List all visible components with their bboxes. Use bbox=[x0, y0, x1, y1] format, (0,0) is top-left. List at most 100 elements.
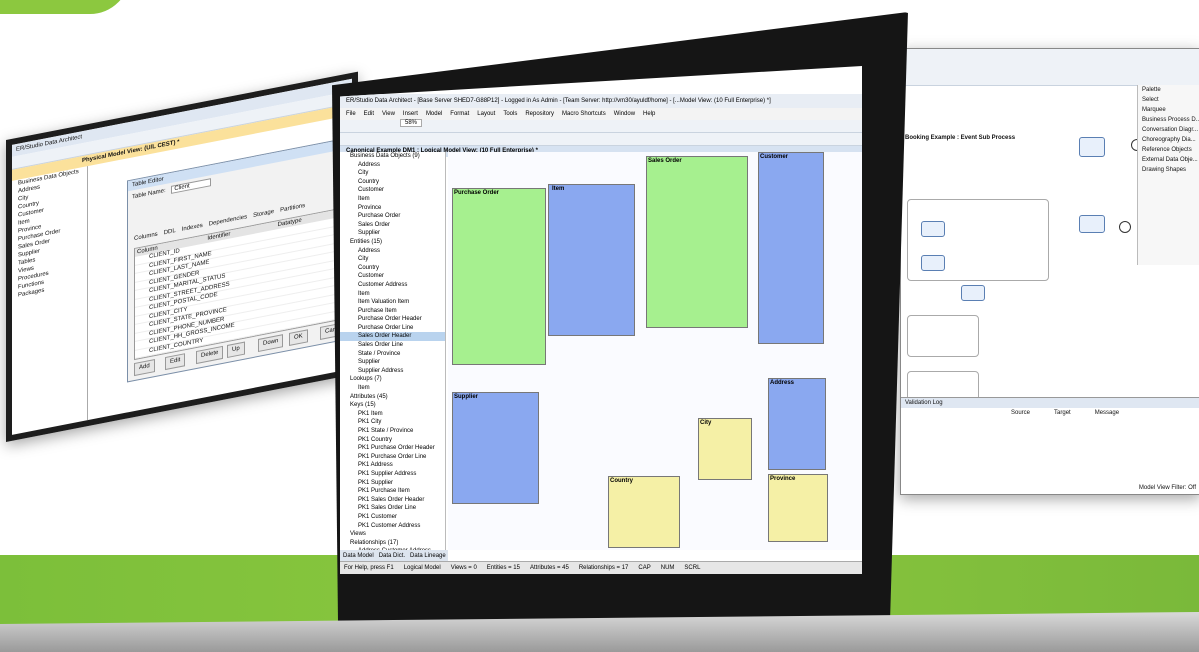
bottom-tab[interactable]: Data Lineage bbox=[410, 553, 446, 559]
menu-item[interactable]: Format bbox=[450, 111, 469, 117]
tree-item[interactable]: Entities (15) bbox=[340, 238, 445, 247]
tree-item[interactable]: PK1 Supplier bbox=[340, 479, 445, 488]
diagram-canvas[interactable]: Purchase Order Item Sales Order Customer… bbox=[448, 152, 862, 550]
tree-item[interactable]: PK1 Sales Order Line bbox=[340, 504, 445, 513]
tree-item[interactable]: Lookups (7) bbox=[340, 375, 445, 384]
palette-item[interactable]: Reference Objects bbox=[1138, 145, 1199, 155]
tree-item[interactable]: Supplier bbox=[340, 229, 445, 238]
tree-item[interactable]: Views bbox=[340, 530, 445, 539]
tree-item[interactable]: Relationships (17) bbox=[340, 539, 445, 548]
delete-button[interactable]: Delete bbox=[196, 345, 224, 365]
tree-item[interactable]: Purchase Order bbox=[340, 212, 445, 221]
subject-area-purchase-order[interactable] bbox=[452, 188, 546, 365]
menu-item[interactable]: Help bbox=[643, 111, 655, 117]
tree-item[interactable]: Purchase Order Line bbox=[340, 324, 445, 333]
tree-item[interactable]: PK1 Purchase Order Line bbox=[340, 453, 445, 462]
subject-area-customer[interactable] bbox=[758, 152, 824, 344]
bpmn-task-book-hotel[interactable] bbox=[921, 255, 945, 271]
tree-item[interactable]: Customer bbox=[340, 272, 445, 281]
tree-item[interactable]: Supplier bbox=[340, 358, 445, 367]
tree-item[interactable]: Purchase Order Header bbox=[340, 315, 445, 324]
menu-item[interactable]: Window bbox=[614, 111, 635, 117]
dialog-tab[interactable]: Columns bbox=[134, 232, 158, 243]
tree-item[interactable]: PK1 Customer bbox=[340, 513, 445, 522]
tree-item[interactable]: Keys (15) bbox=[340, 401, 445, 410]
tree-item[interactable]: PK1 Purchase Order Header bbox=[340, 444, 445, 453]
tree-item[interactable]: Attributes (45) bbox=[340, 393, 445, 402]
bpmn-task-book-flight[interactable] bbox=[921, 221, 945, 237]
data-model-tree[interactable]: Business Data Objects (9) Address City Coun… bbox=[340, 152, 446, 550]
subject-area-country[interactable] bbox=[608, 476, 680, 548]
palette-item[interactable]: Choreography Dia... bbox=[1138, 135, 1199, 145]
tree-item[interactable]: PK1 Sales Order Header bbox=[340, 496, 445, 505]
zoom-level[interactable]: 58% bbox=[400, 119, 423, 127]
bottom-tab[interactable]: Data Dict. bbox=[379, 553, 405, 559]
menu-item[interactable]: View bbox=[382, 111, 395, 117]
tree-item[interactable]: Sales Order bbox=[340, 221, 445, 230]
menu-item[interactable]: Tools bbox=[503, 111, 517, 117]
tree-item[interactable]: PK1 Address bbox=[340, 461, 445, 470]
up-button[interactable]: Up bbox=[227, 341, 245, 359]
tree-item[interactable]: Item bbox=[340, 290, 445, 299]
menu-item[interactable]: Repository bbox=[525, 111, 554, 117]
tree-item[interactable]: Supplier Address bbox=[340, 367, 445, 376]
add-button[interactable]: Add bbox=[134, 359, 155, 377]
ok-button[interactable]: OK bbox=[289, 329, 308, 346]
dialog-tab[interactable]: Storage bbox=[253, 209, 274, 219]
tree-item[interactable]: PK1 Purchase Item bbox=[340, 487, 445, 496]
menu-item[interactable]: Edit bbox=[364, 111, 374, 117]
tree-item[interactable]: Address bbox=[340, 161, 445, 170]
menu-item[interactable]: Layout bbox=[477, 111, 495, 117]
dialog-tab[interactable]: DDL bbox=[164, 228, 176, 236]
bpmn-task-cancel-hotel[interactable] bbox=[961, 285, 985, 301]
tree-item[interactable]: PK1 State / Province bbox=[340, 427, 445, 436]
menu-item[interactable]: File bbox=[346, 111, 356, 117]
dialog-tab[interactable]: Indexes bbox=[182, 223, 203, 233]
subject-area-item[interactable] bbox=[548, 184, 635, 336]
subject-area-province[interactable] bbox=[768, 474, 828, 542]
subject-area-sales-order[interactable] bbox=[646, 156, 748, 328]
left-model-tree[interactable]: Business Data Objects Address City Country C… bbox=[12, 166, 88, 435]
tree-item[interactable]: Country bbox=[340, 178, 445, 187]
palette-item[interactable]: External Data Obje... bbox=[1138, 155, 1199, 165]
tree-item[interactable]: Business Data Objects (9) bbox=[340, 152, 445, 161]
table-name-field[interactable]: Client bbox=[171, 178, 211, 194]
tree-item[interactable]: PK1 City bbox=[340, 418, 445, 427]
secondary-toolbar[interactable] bbox=[340, 133, 862, 146]
subject-area-supplier[interactable] bbox=[452, 392, 539, 504]
tree-item[interactable]: Country bbox=[340, 264, 445, 273]
tree-item[interactable]: City bbox=[340, 255, 445, 264]
tree-item[interactable]: PK1 Country bbox=[340, 436, 445, 445]
tree-item[interactable]: PK1 Item bbox=[340, 410, 445, 419]
tree-item[interactable]: Sales Order Line bbox=[340, 341, 445, 350]
bpmn-task-retry-limit[interactable] bbox=[1079, 137, 1105, 157]
right-toolbar[interactable] bbox=[901, 49, 1199, 86]
tree-item[interactable]: Item Valuation Item bbox=[340, 298, 445, 307]
tree-item[interactable]: Province bbox=[340, 204, 445, 213]
edit-button[interactable]: Edit bbox=[165, 353, 186, 371]
tree-item[interactable]: Customer bbox=[340, 186, 445, 195]
bottom-tab[interactable]: Data Model bbox=[343, 553, 374, 559]
menu-item[interactable]: Insert bbox=[403, 111, 418, 117]
tree-item[interactable]: Item bbox=[340, 384, 445, 393]
palette-item[interactable]: Palette bbox=[1138, 85, 1199, 95]
bpmn-lane-update-reservation[interactable] bbox=[907, 315, 979, 357]
palette-item[interactable]: Marquee bbox=[1138, 105, 1199, 115]
tree-item[interactable]: Address bbox=[340, 247, 445, 256]
tree-item[interactable]: State / Province bbox=[340, 350, 445, 359]
menu-item[interactable]: Model bbox=[426, 111, 442, 117]
subject-area-address[interactable] bbox=[768, 378, 826, 470]
palette-item[interactable]: Drawing Shapes bbox=[1138, 165, 1199, 175]
palette-item[interactable]: Conversation Diagr... bbox=[1138, 125, 1199, 135]
tree-item[interactable]: PK1 Supplier Address bbox=[340, 470, 445, 479]
menu-item[interactable]: Macro Shortcuts bbox=[562, 111, 606, 117]
tree-item[interactable]: Sales Order Header bbox=[340, 332, 445, 342]
tree-item[interactable]: City bbox=[340, 169, 445, 178]
down-button[interactable]: Down bbox=[258, 334, 284, 353]
dialog-tab[interactable]: Dependencies bbox=[209, 214, 247, 227]
tree-item[interactable]: Purchase Item bbox=[340, 307, 445, 316]
tree-item[interactable]: Customer Address bbox=[340, 281, 445, 290]
bpmn-end-event-icon[interactable] bbox=[1119, 221, 1131, 233]
palette-item[interactable]: Business Process D... bbox=[1138, 115, 1199, 125]
tree-item[interactable]: PK1 Customer Address bbox=[340, 522, 445, 531]
